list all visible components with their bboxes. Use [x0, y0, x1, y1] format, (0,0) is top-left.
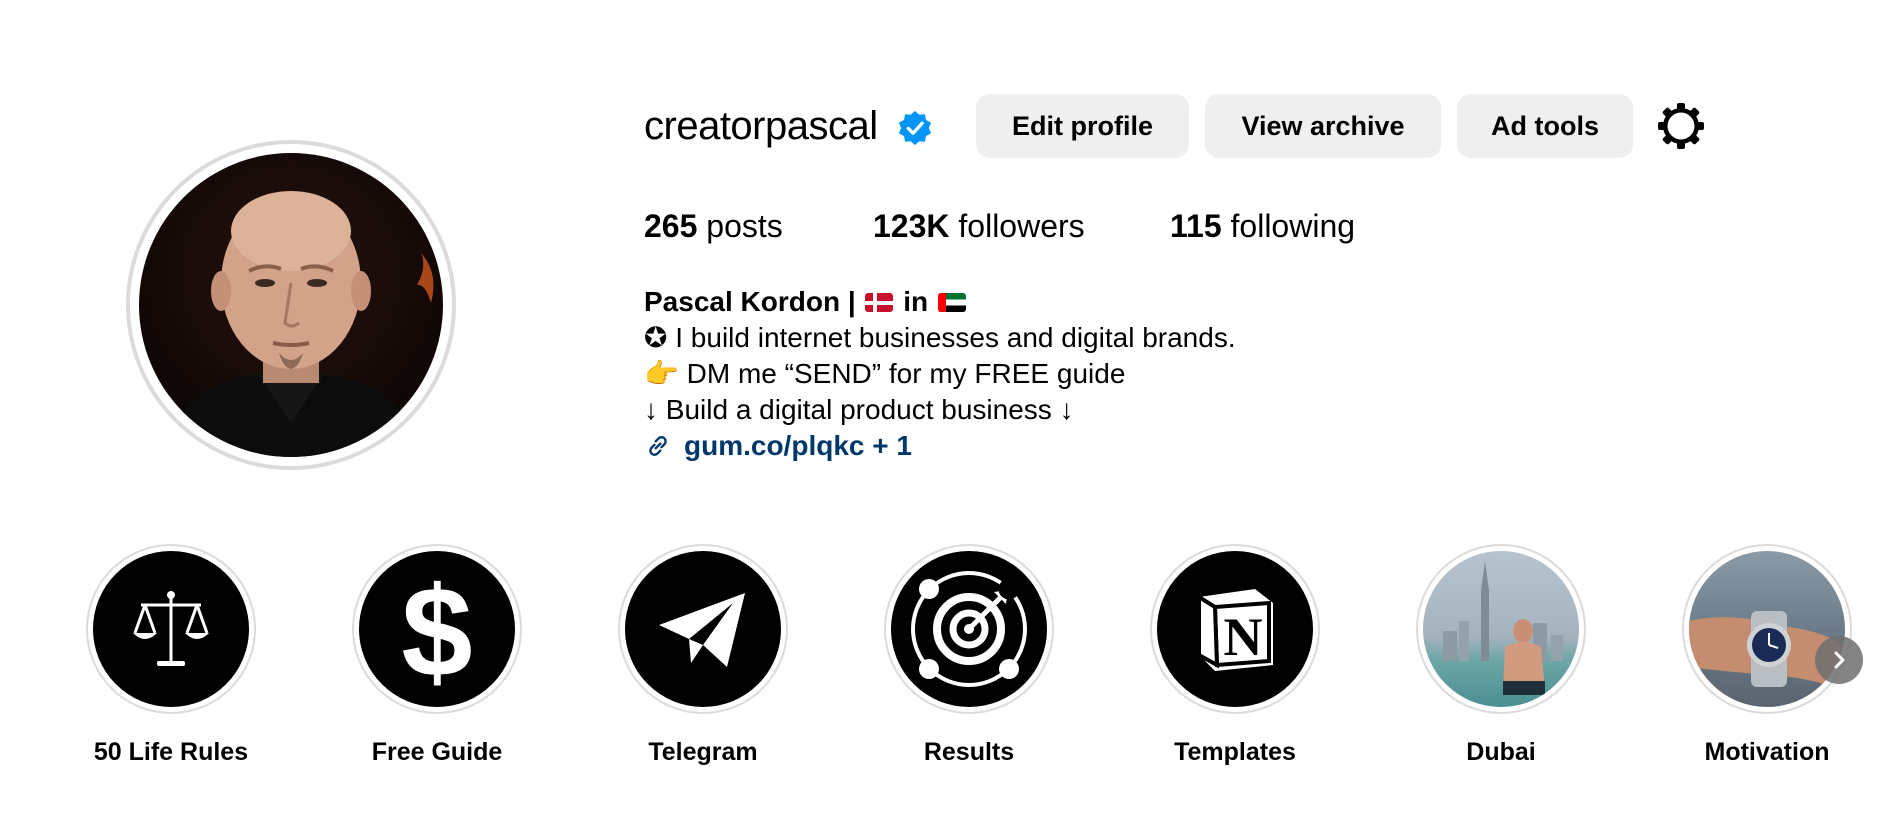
posts-count: 265 posts: [644, 206, 783, 246]
uae-flag-icon: [937, 293, 966, 312]
scales-icon: [133, 591, 209, 666]
bio-line-3: ↓ Build a digital product business ↓: [644, 394, 1074, 425]
highlight-ring: [884, 544, 1054, 714]
posts-number: 265: [644, 208, 698, 244]
highlight-cover: $: [359, 551, 515, 707]
posts-label: posts: [697, 208, 783, 244]
highlight-cover: [1689, 551, 1845, 707]
highlight-ring: [1682, 544, 1852, 714]
highlight-cover: [1423, 551, 1579, 707]
highlight-label: 50 Life Rules: [93, 738, 249, 766]
highlight-ring: $: [352, 544, 522, 714]
avatar-photo: [139, 153, 443, 457]
highlight-cover: N: [1157, 551, 1313, 707]
verified-badge-icon: [898, 110, 932, 146]
highlight-label: Results: [923, 738, 1015, 766]
highlight-50-life-rules[interactable]: 50 Life Rules: [86, 544, 256, 766]
ad-tools-button[interactable]: Ad tools: [1457, 94, 1633, 158]
link-icon: [649, 436, 667, 456]
following-number: 115: [1170, 208, 1222, 244]
highlight-label: Templates: [1174, 738, 1296, 766]
name-text: Pascal Kordon |: [644, 286, 864, 317]
highlight-telegram[interactable]: Telegram: [618, 544, 788, 766]
highlight-templates[interactable]: N Templates: [1150, 544, 1320, 766]
highlight-label: Telegram: [648, 738, 758, 766]
highlight-label: Free Guide: [371, 738, 503, 766]
notion-icon: N: [1197, 589, 1273, 671]
bio-link[interactable]: gum.co/plqkc + 1: [644, 428, 912, 464]
profile-avatar[interactable]: [126, 140, 456, 470]
edit-profile-button[interactable]: Edit profile: [976, 94, 1189, 158]
followers-count[interactable]: 123K followers: [873, 206, 1085, 246]
highlight-ring: [86, 544, 256, 714]
highlight-results[interactable]: Results: [884, 544, 1054, 766]
gear-icon[interactable]: [1657, 102, 1705, 150]
following-count[interactable]: 115 following: [1170, 206, 1355, 246]
highlight-cover: [891, 551, 1047, 707]
highlight-ring: [618, 544, 788, 714]
bio-link-text[interactable]: gum.co/plqkc + 1: [684, 428, 912, 464]
telegram-icon: [659, 593, 745, 667]
bio-line-2-text: DM me “SEND” for my FREE guide: [678, 358, 1126, 389]
full-name: Pascal Kordon | in: [644, 284, 968, 320]
highlight-ring: N: [1150, 544, 1320, 714]
highlight-free-guide[interactable]: $ Free Guide: [352, 544, 522, 766]
svg-text:$: $: [401, 564, 472, 694]
following-label: following: [1221, 208, 1356, 244]
highlight-motivation[interactable]: Motivation: [1682, 544, 1852, 766]
svg-text:N: N: [1224, 607, 1263, 667]
followers-number: 123K: [873, 208, 950, 244]
chevron-right-icon: [1834, 651, 1845, 669]
dollar-icon: $: [401, 564, 472, 694]
denmark-flag-icon: [865, 293, 894, 312]
highlight-cover: [625, 551, 781, 707]
highlight-cover: [93, 551, 249, 707]
target-icon: [911, 571, 1027, 687]
bio-line-1: ✪ I build internet businesses and digita…: [644, 322, 1236, 353]
followers-label: followers: [949, 208, 1085, 244]
highlight-label: Motivation: [1704, 738, 1830, 766]
view-archive-button[interactable]: View archive: [1205, 94, 1441, 158]
bio-line-2: 👉 DM me “SEND” for my FREE guide: [644, 356, 1125, 392]
name-in-text: in: [895, 286, 936, 317]
highlights-next-button[interactable]: [1815, 636, 1863, 684]
highlight-dubai[interactable]: Dubai: [1416, 544, 1586, 766]
username: creatorpascal: [644, 104, 878, 148]
pointing-hand-icon: 👉: [644, 358, 679, 389]
watch-photo: [1689, 611, 1845, 691]
highlight-ring: [1416, 544, 1586, 714]
highlight-label: Dubai: [1466, 738, 1536, 766]
dubai-photo: [1443, 561, 1563, 695]
